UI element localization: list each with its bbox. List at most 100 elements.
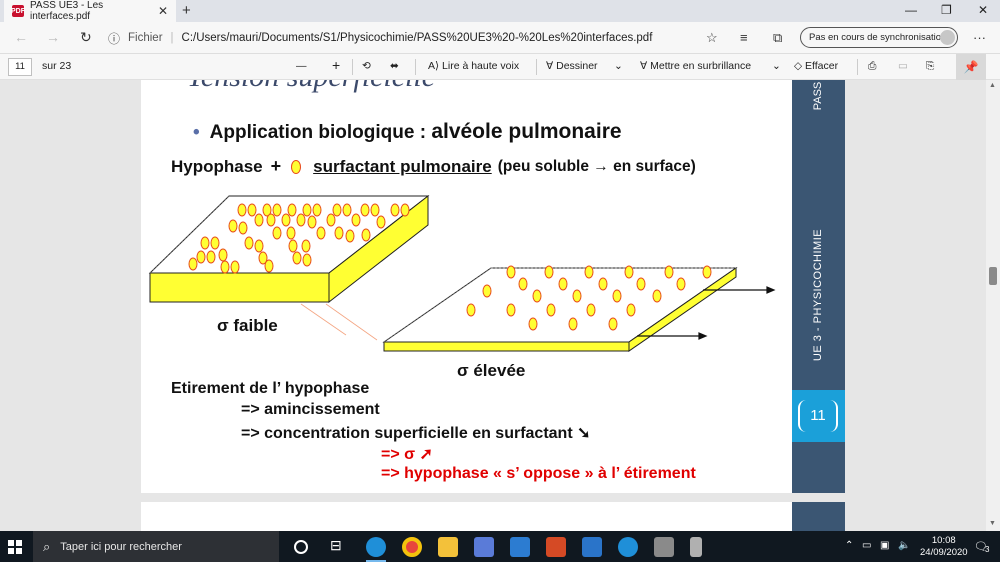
search-icon: ⌕	[43, 538, 51, 554]
favorite-star-icon[interactable]: ☆	[706, 30, 718, 46]
pdf-toolbar: 11 sur 23 — + ⟲ ⬌ A⟩ Lire à haute voix ∀…	[0, 54, 1000, 80]
save-as-icon[interactable]: ⎘	[926, 60, 934, 73]
network-icon[interactable]: ▣	[880, 540, 889, 551]
new-tab-button[interactable]: +	[182, 2, 191, 19]
refresh-icon[interactable]: ↻	[80, 29, 92, 46]
task-view-icon[interactable]: ⊟	[330, 537, 350, 557]
url-text[interactable]: C:/Users/mauri/Documents/S1/Physicochimi…	[182, 32, 653, 44]
app-icon[interactable]	[618, 537, 638, 557]
stretch-title: Etirement de l’ hypophase	[171, 380, 370, 397]
hypophase-line: Hypophase + surfactant pulmonaire (peu s…	[171, 156, 696, 177]
collections-icon[interactable]: ⧉	[773, 30, 782, 46]
search-placeholder: Taper ici pour rechercher	[60, 540, 182, 553]
url-field[interactable]: ⓘ Fichier | C:/Users/mauri/Documents/S1/…	[108, 28, 728, 48]
zoom-connector-line	[325, 303, 378, 341]
draw-dropdown-icon[interactable]: ⌄	[614, 60, 623, 72]
stretch-step-1: => amincissement	[241, 401, 380, 418]
avatar	[940, 30, 955, 45]
notification-count: 3	[985, 545, 990, 554]
favorites-list-icon[interactable]: ≡	[740, 30, 748, 45]
photos-icon[interactable]	[582, 537, 602, 557]
highlight-button[interactable]: ∀ Mettre en surbrillance	[640, 60, 751, 72]
surfactant-label: surfactant pulmonaire	[313, 156, 492, 176]
toolbar-divider	[536, 59, 537, 75]
toolbar-divider	[857, 59, 858, 75]
restore-button[interactable]: ❐	[941, 3, 952, 17]
calculator-icon[interactable]	[654, 537, 674, 557]
eraser-icon: ◇	[794, 60, 805, 72]
document-viewer: Tension superficielle • Application biolo…	[0, 80, 1000, 542]
clock[interactable]: 10:08 24/09/2020	[920, 535, 968, 559]
bullet-application: • Application biologique : alvéole pulmon…	[193, 120, 622, 144]
sync-profile-button[interactable]: Pas en cours de synchronisation	[800, 27, 958, 48]
address-bar: ← → ↻ ⓘ Fichier | C:/Users/mauri/Documen…	[0, 22, 1000, 54]
url-scheme: Fichier	[128, 32, 163, 44]
bullet-dot: •	[193, 122, 200, 143]
toolbar-divider	[415, 59, 416, 75]
file-explorer-icon[interactable]	[438, 537, 458, 557]
tray-chevron-icon[interactable]: ⌃	[845, 540, 853, 551]
slide-title: Tension superficielle	[187, 80, 435, 94]
draw-button[interactable]: ∀ Dessiner	[546, 60, 598, 72]
bullet-main: alvéole pulmonaire	[431, 120, 622, 143]
taskbar-search-box[interactable]: ⌕ Taper ici pour rechercher	[33, 531, 279, 562]
more-menu-icon[interactable]: ···	[973, 30, 986, 45]
sigma-low-label: σ faible	[217, 316, 278, 335]
back-arrow-icon[interactable]: ←	[14, 29, 28, 45]
zoom-out-button[interactable]: —	[296, 60, 307, 72]
office-icon[interactable]	[546, 537, 566, 557]
windows-start-icon[interactable]	[8, 540, 22, 554]
usb-device-icon[interactable]	[690, 537, 702, 557]
tab-title: PASS UE3 - Les interfaces.pdf	[30, 0, 104, 22]
tab-close-icon[interactable]: ✕	[158, 4, 168, 18]
browser-tab[interactable]: PDF PASS UE3 - Les interfaces.pdf ✕	[4, 0, 176, 22]
scrollbar-thumb[interactable]	[989, 267, 997, 285]
slab-stretched	[382, 265, 776, 352]
url-separator: |	[170, 32, 174, 44]
mail-icon[interactable]	[510, 537, 530, 557]
minimize-button[interactable]: —	[905, 3, 917, 17]
zoom-in-button[interactable]: +	[332, 57, 340, 73]
print-icon[interactable]: ⎙	[868, 60, 876, 73]
scroll-up-icon[interactable]: ▲	[989, 82, 996, 89]
slide-side-band: PASS UE 3 - PHYSICOCHIMIE 11	[792, 80, 845, 493]
forward-arrow-icon[interactable]: →	[46, 29, 60, 45]
sync-label: Pas en cours de synchronisation	[809, 32, 947, 43]
band-course-text: UE 3 - PHYSICOCHIMIE	[812, 228, 824, 362]
info-icon[interactable]: ⓘ	[108, 30, 120, 47]
surfactant-note: (peu soluble → en surface)	[497, 157, 696, 175]
chrome-icon[interactable]	[402, 537, 422, 557]
page-number-input[interactable]: 11	[8, 58, 32, 76]
erase-button[interactable]: ◇ Effacer	[794, 60, 838, 72]
band-top-text: PASS	[812, 81, 824, 111]
stretch-step-2: => concentration superficielle en surfac…	[241, 425, 591, 442]
cortana-icon[interactable]	[294, 540, 308, 554]
read-aloud-label: Lire à haute voix	[442, 60, 520, 72]
close-window-button[interactable]: ✕	[978, 3, 988, 17]
surfactant-molecule-icon	[291, 159, 302, 174]
erase-label: Effacer	[805, 60, 839, 72]
highlight-icon: ∀	[640, 60, 651, 72]
clock-time: 10:08	[931, 535, 956, 546]
fit-page-icon[interactable]: ⬌	[390, 60, 399, 72]
pin-toolbar-icon[interactable]: 📌	[956, 54, 986, 80]
highlight-label: Mettre en surbrillance	[650, 60, 752, 72]
vertical-scrollbar[interactable]: ▲ ▼	[986, 80, 1000, 531]
highlight-dropdown-icon[interactable]: ⌄	[772, 60, 781, 72]
scroll-down-icon[interactable]: ▼	[989, 520, 996, 527]
toolbar-divider	[352, 59, 353, 75]
page-total: sur 23	[42, 60, 72, 72]
store-icon[interactable]	[474, 537, 494, 557]
battery-icon[interactable]: ▭	[862, 540, 871, 551]
edge-browser-icon[interactable]	[366, 537, 386, 562]
windows-taskbar: ⌕ Taper ici pour rechercher ⊟ ⌃ ▭ ▣ 🔈 10…	[0, 531, 1000, 562]
read-aloud-icon: A⟩	[428, 60, 443, 72]
slide-page-number: 11	[798, 400, 838, 432]
stretch-step-4: => hypophase « s’ oppose » à l’ étiremen…	[381, 465, 696, 482]
rotate-icon[interactable]: ⟲	[362, 60, 371, 72]
read-aloud-button[interactable]: A⟩ Lire à haute voix	[428, 60, 519, 72]
slab-thick	[148, 194, 430, 304]
zoom-connector-line	[300, 303, 347, 336]
volume-icon[interactable]: 🔈	[898, 540, 910, 551]
save-icon[interactable]: ▭	[898, 60, 908, 72]
